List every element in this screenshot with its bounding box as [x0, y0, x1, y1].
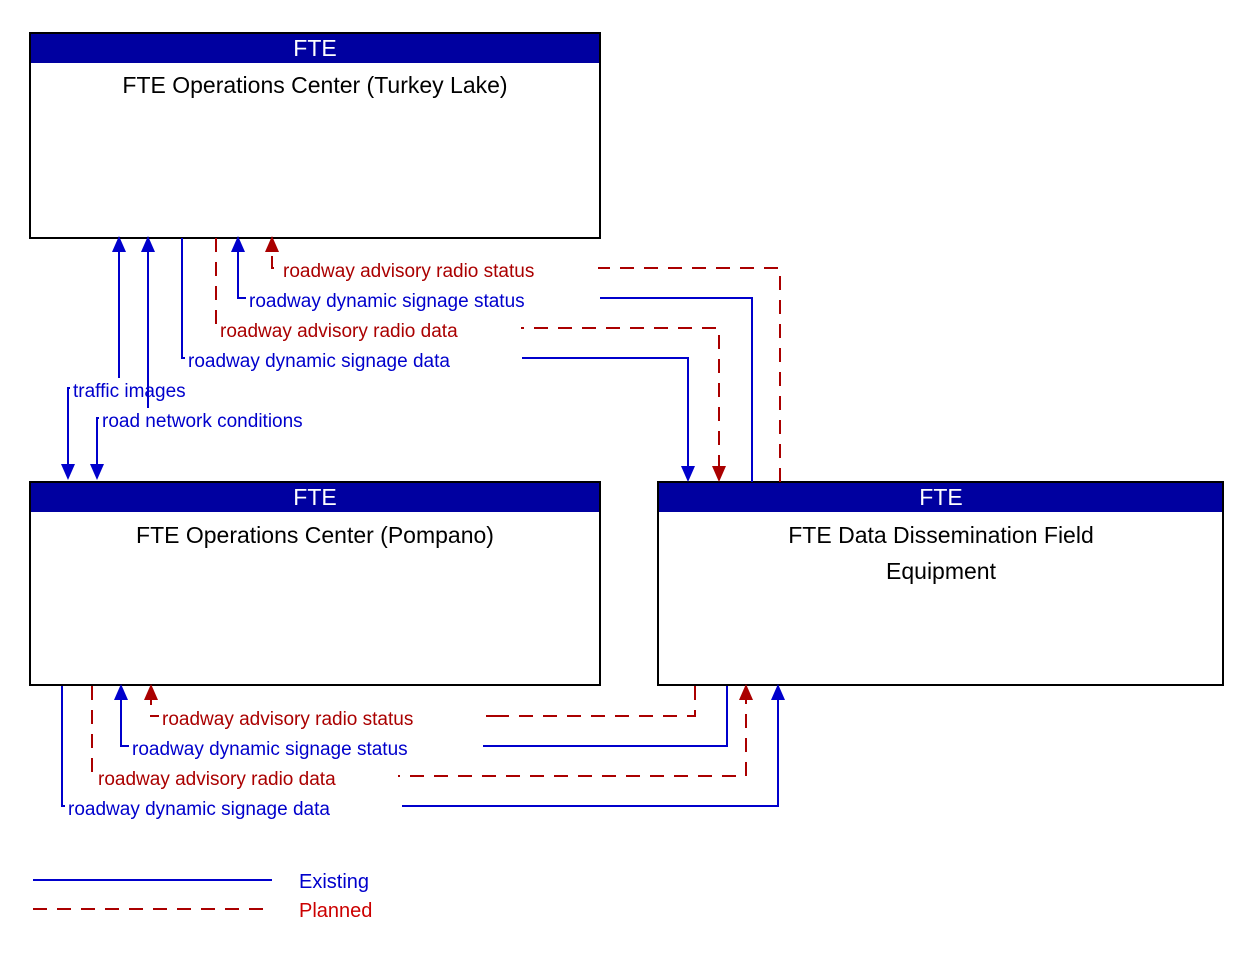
arrow-head-down	[90, 464, 104, 480]
flow-label: road network conditions	[102, 411, 303, 432]
legend: Existing Planned	[33, 871, 372, 922]
flow-line-segment	[586, 267, 781, 482]
flow-label: roadway advisory radio status	[283, 261, 534, 282]
flow-label: roadway advisory radio data	[98, 769, 336, 790]
flow-label: roadway advisory radio data	[220, 321, 458, 342]
flow-label: roadway advisory radio status	[162, 709, 413, 730]
flow-label: roadway dynamic signage data	[188, 351, 450, 372]
diagram-canvas: FTE FTE Operations Center (Turkey Lake) …	[29, 32, 1224, 922]
arrow-head-down	[681, 466, 695, 482]
arrow-head-up	[739, 684, 753, 700]
node-title-label: FTE Data Dissemination Field	[788, 522, 1094, 548]
flow-label: traffic images	[73, 381, 186, 402]
node-header-label: FTE	[919, 484, 962, 510]
node-title-label: FTE Operations Center (Turkey Lake)	[122, 72, 507, 98]
flow-line-segment	[91, 686, 747, 777]
flow-roadway-advisory-radio-status-lower: roadway advisory radio status	[144, 684, 696, 730]
flow-line-segment	[67, 250, 120, 466]
legend-planned-label: Planned	[299, 900, 372, 922]
flow-label: roadway dynamic signage data	[68, 799, 330, 820]
flow-line-segment	[500, 686, 696, 717]
flow-label: roadway dynamic signage status	[249, 291, 525, 312]
node-fte-operations-center-pompano[interactable]: FTE FTE Operations Center (Pompano)	[29, 481, 601, 686]
arrow-head-up	[114, 684, 128, 700]
legend-existing-label: Existing	[299, 871, 369, 893]
arrow-head-down	[61, 464, 75, 480]
arrow-head-down	[712, 466, 726, 482]
node-header-label: FTE	[293, 484, 336, 510]
node-body	[29, 481, 601, 686]
arrow-head-up	[771, 684, 785, 700]
flow-label: roadway dynamic signage status	[132, 739, 408, 760]
node-body	[29, 32, 601, 239]
node-fte-data-dissemination-field-equipment[interactable]: FTE FTE Data Dissemination Field Equipme…	[657, 481, 1224, 686]
node-fte-operations-center-turkey-lake[interactable]: FTE FTE Operations Center (Turkey Lake)	[29, 32, 601, 239]
arrow-head-up	[144, 684, 158, 700]
node-header-label: FTE	[293, 35, 336, 61]
node-title-label-2: Equipment	[886, 558, 997, 584]
node-title-label: FTE Operations Center (Pompano)	[136, 522, 494, 548]
flow-line-segment	[96, 250, 149, 466]
architecture-diagram: FTE FTE Operations Center (Turkey Lake) …	[0, 0, 1252, 955]
